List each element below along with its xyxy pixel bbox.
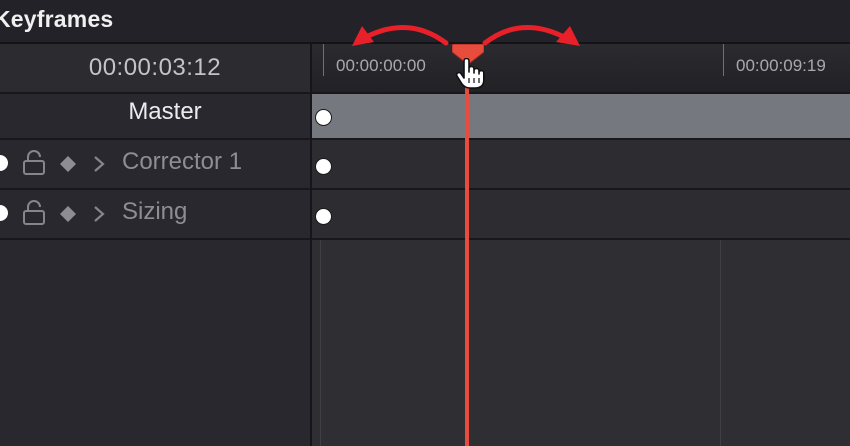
- keyframe-master[interactable]: [315, 109, 332, 126]
- keyframe-corrector[interactable]: [315, 158, 332, 175]
- panel-title: Keyframes: [0, 6, 114, 32]
- chevron-right-icon[interactable]: [92, 154, 106, 174]
- row-divider: [0, 238, 850, 240]
- hand-cursor-icon: [455, 58, 485, 89]
- playhead-line[interactable]: [465, 60, 469, 446]
- row-divider: [0, 138, 850, 140]
- track-label-corrector: Corrector 1: [122, 148, 243, 175]
- current-timecode[interactable]: 00:00:03:12: [0, 44, 310, 92]
- empty-timeline-area[interactable]: [312, 240, 850, 446]
- grid-line: [320, 240, 321, 446]
- keyframe-sizing[interactable]: [315, 208, 332, 225]
- ruler-tick: [723, 44, 724, 76]
- lock-icon[interactable]: [22, 200, 46, 226]
- ruler-tick: [323, 44, 324, 76]
- row-divider: [0, 188, 850, 190]
- master-track-row[interactable]: [312, 92, 850, 138]
- corrector-track-row[interactable]: [312, 140, 850, 188]
- lock-icon[interactable]: [22, 150, 46, 176]
- chevron-right-icon[interactable]: [92, 204, 106, 224]
- keyframe-diamond-icon[interactable]: [58, 204, 78, 224]
- keyframe-diamond-icon[interactable]: [58, 154, 78, 174]
- drag-direction-arrows-icon: [352, 25, 580, 46]
- ruler-label-end: 00:00:09:19: [736, 56, 826, 75]
- track-label-master: Master: [128, 98, 202, 125]
- grid-line: [720, 240, 721, 446]
- sizing-track-row[interactable]: [312, 190, 850, 238]
- ruler-label-start: 00:00:00:00: [336, 56, 426, 75]
- track-label-sizing: Sizing: [122, 198, 188, 225]
